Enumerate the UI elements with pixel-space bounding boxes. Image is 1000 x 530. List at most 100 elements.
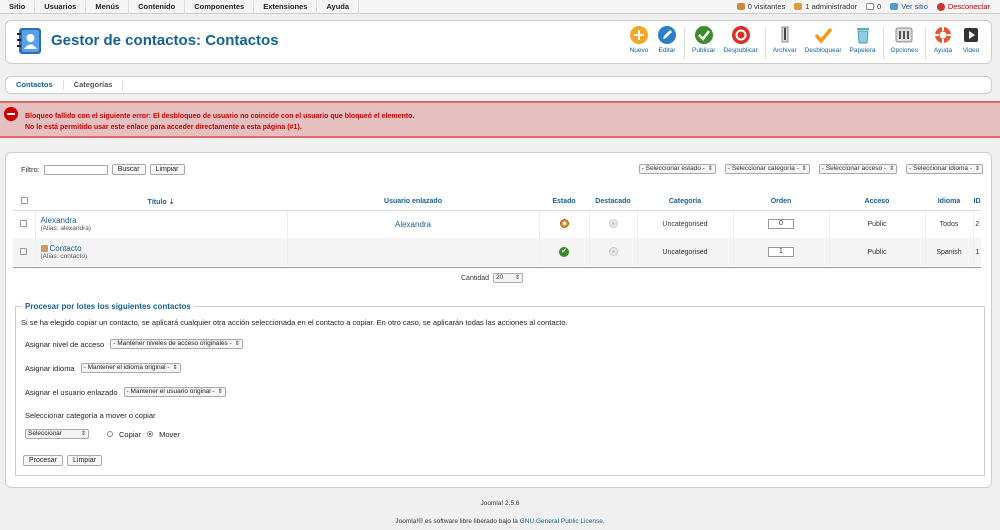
state-header[interactable]: Estado: [539, 194, 589, 211]
featured-header[interactable]: Destacado: [589, 194, 637, 211]
linked-user-cell: [286, 238, 539, 266]
select-arrows-icon: ⇕: [515, 275, 521, 281]
view-site-link[interactable]: Ver sitio: [890, 2, 928, 11]
title-header-label[interactable]: Título: [148, 199, 167, 206]
batch-category-select[interactable]: Seleccionar ⇕: [25, 429, 89, 439]
category-filter-select[interactable]: - Seleccionar categoría - ⇕: [724, 164, 810, 174]
filter-search-input[interactable]: [43, 164, 108, 175]
title-header[interactable]: Título ⇣: [35, 194, 287, 211]
trash-icon: [856, 28, 869, 44]
contact-title-link[interactable]: Alexandra: [41, 216, 287, 225]
copy-radio[interactable]: [107, 431, 113, 437]
select-arrows-icon: ⇕: [234, 341, 240, 347]
trash-label: Papelera: [849, 47, 876, 54]
video-icon: [964, 28, 978, 42]
state-filter-select[interactable]: - Seleccionar estado - ⇕: [638, 164, 716, 174]
archive-button[interactable]: Archivar: [769, 25, 801, 61]
select-arrows-icon: ⇕: [974, 166, 980, 172]
messages-status[interactable]: 0: [866, 2, 881, 11]
search-button[interactable]: Buscar: [111, 164, 146, 175]
menu-componentes[interactable]: Componentes: [185, 0, 255, 14]
tab-categorias[interactable]: Categorías: [64, 80, 124, 90]
batch-language-label: Asignar idioma: [25, 363, 75, 373]
archive-icon: [781, 26, 789, 43]
select-all-checkbox[interactable]: [20, 197, 28, 205]
id-header[interactable]: ID: [973, 194, 981, 211]
toolbar-separator: [764, 27, 766, 59]
gpl-license-link[interactable]: GNU General Public License: [520, 518, 603, 525]
id-cell: 1: [972, 238, 981, 266]
access-header[interactable]: Acceso: [829, 194, 925, 211]
filter-clear-button[interactable]: Limpiar: [149, 164, 185, 175]
batch-user-label: Asignar el usuario enlazado: [25, 387, 118, 397]
unpublish-button[interactable]: Despublicar: [719, 25, 761, 61]
not-featured-icon[interactable]: [608, 246, 618, 256]
admin-user-icon: [794, 3, 803, 10]
table-header-row: Título ⇣ Usuario enlazado Estado Destaca…: [13, 194, 981, 211]
logout-label[interactable]: Desconectar: [948, 2, 990, 11]
row-checkbox[interactable]: [20, 219, 28, 227]
access-filter-select[interactable]: - Seleccionar acceso - ⇕: [818, 164, 898, 174]
menu-usuarios[interactable]: Usuarios: [35, 0, 87, 14]
select-arrows-icon: ⇕: [889, 166, 895, 172]
state-cell: [538, 210, 589, 238]
visitors-status: 0 visitantes: [736, 2, 785, 11]
menu-menus[interactable]: Menús: [86, 0, 130, 14]
language-header[interactable]: Idioma: [925, 194, 973, 211]
sort-asc-icon: ⇣: [168, 198, 175, 206]
menu-ayuda[interactable]: Ayuda: [317, 0, 360, 14]
admins-label: 1 administrador: [805, 2, 858, 11]
menu-extensiones[interactable]: Extensiones: [254, 0, 318, 14]
lock-icon[interactable]: [40, 245, 48, 252]
status-area: 0 visitantes 1 administrador 0 Ver sitio…: [736, 2, 1000, 11]
order-input[interactable]: 0: [768, 219, 794, 230]
menu-sitio[interactable]: Sitio: [0, 0, 36, 14]
messages-count: 0: [877, 2, 882, 11]
row-select-cell: [13, 210, 35, 238]
error-line-1: Bloqueo fallido con el siguiente error: …: [25, 113, 415, 120]
batch-access-select[interactable]: - Mantener niveles de acceso originales …: [110, 339, 243, 349]
new-button[interactable]: Nuevo: [625, 25, 653, 61]
edit-button[interactable]: Editar: [653, 25, 681, 61]
tab-contactos[interactable]: Contactos: [6, 80, 64, 90]
linked-user-link[interactable]: Alexandra: [395, 220, 431, 229]
contact-title-link[interactable]: Contacto: [50, 244, 82, 253]
page-title: Gestor de contactos: Contactos: [51, 32, 279, 49]
order-input[interactable]: 1: [768, 247, 794, 257]
publish-button[interactable]: Publicar: [688, 25, 719, 61]
state-cell: ✔: [538, 238, 589, 266]
batch-language-select[interactable]: - Mantener el idioma original - ⇕: [80, 363, 181, 373]
toolbar-separator: [683, 27, 685, 59]
error-icon: [4, 107, 18, 121]
video-button[interactable]: Video: [957, 25, 985, 61]
logout-link[interactable]: Desconectar: [936, 2, 990, 11]
options-button[interactable]: Opciones: [887, 25, 922, 61]
unpublish-label: Despublicar: [723, 47, 758, 54]
batch-user-value: - Mantener el usuario original -: [126, 388, 215, 395]
process-button[interactable]: Procesar: [23, 455, 64, 466]
menu-contenido[interactable]: Contenido: [129, 0, 186, 14]
order-header[interactable]: Orden: [733, 194, 829, 211]
published-check-icon[interactable]: ✔: [559, 247, 569, 257]
filter-selects: - Seleccionar estado - ⇕ - Seleccionar ca…: [638, 164, 983, 174]
not-featured-icon[interactable]: [608, 218, 618, 228]
row-checkbox[interactable]: [20, 247, 28, 255]
title-cell: Contacto (Alias: contacto): [34, 238, 287, 266]
checkin-button[interactable]: Desbloquear: [801, 25, 846, 61]
admins-status: 1 administrador: [794, 2, 857, 11]
batch-user-select[interactable]: - Mantener el usuario original - ⇕: [123, 387, 226, 397]
help-button[interactable]: Ayuda: [929, 25, 957, 61]
unpublished-state-icon[interactable]: [559, 218, 569, 228]
category-header[interactable]: Categoría: [637, 194, 733, 211]
category-cell: Uncategorised: [636, 210, 733, 238]
linked-user-header[interactable]: Usuario enlazado: [287, 194, 539, 211]
view-site-label[interactable]: Ver sitio: [901, 2, 928, 11]
checkmark-icon: [694, 26, 713, 44]
move-radio[interactable]: [147, 431, 154, 437]
language-filter-select[interactable]: - Seleccionar idioma - ⇕: [906, 164, 983, 174]
limit-select[interactable]: 20 ⇕: [493, 273, 524, 283]
batch-clear-button[interactable]: Limpiar: [67, 455, 102, 466]
table-bottom-border: [13, 267, 981, 268]
trash-button[interactable]: Papelera: [846, 25, 880, 61]
batch-category-label: Seleccionar categoría a mover o copiar: [25, 411, 156, 420]
